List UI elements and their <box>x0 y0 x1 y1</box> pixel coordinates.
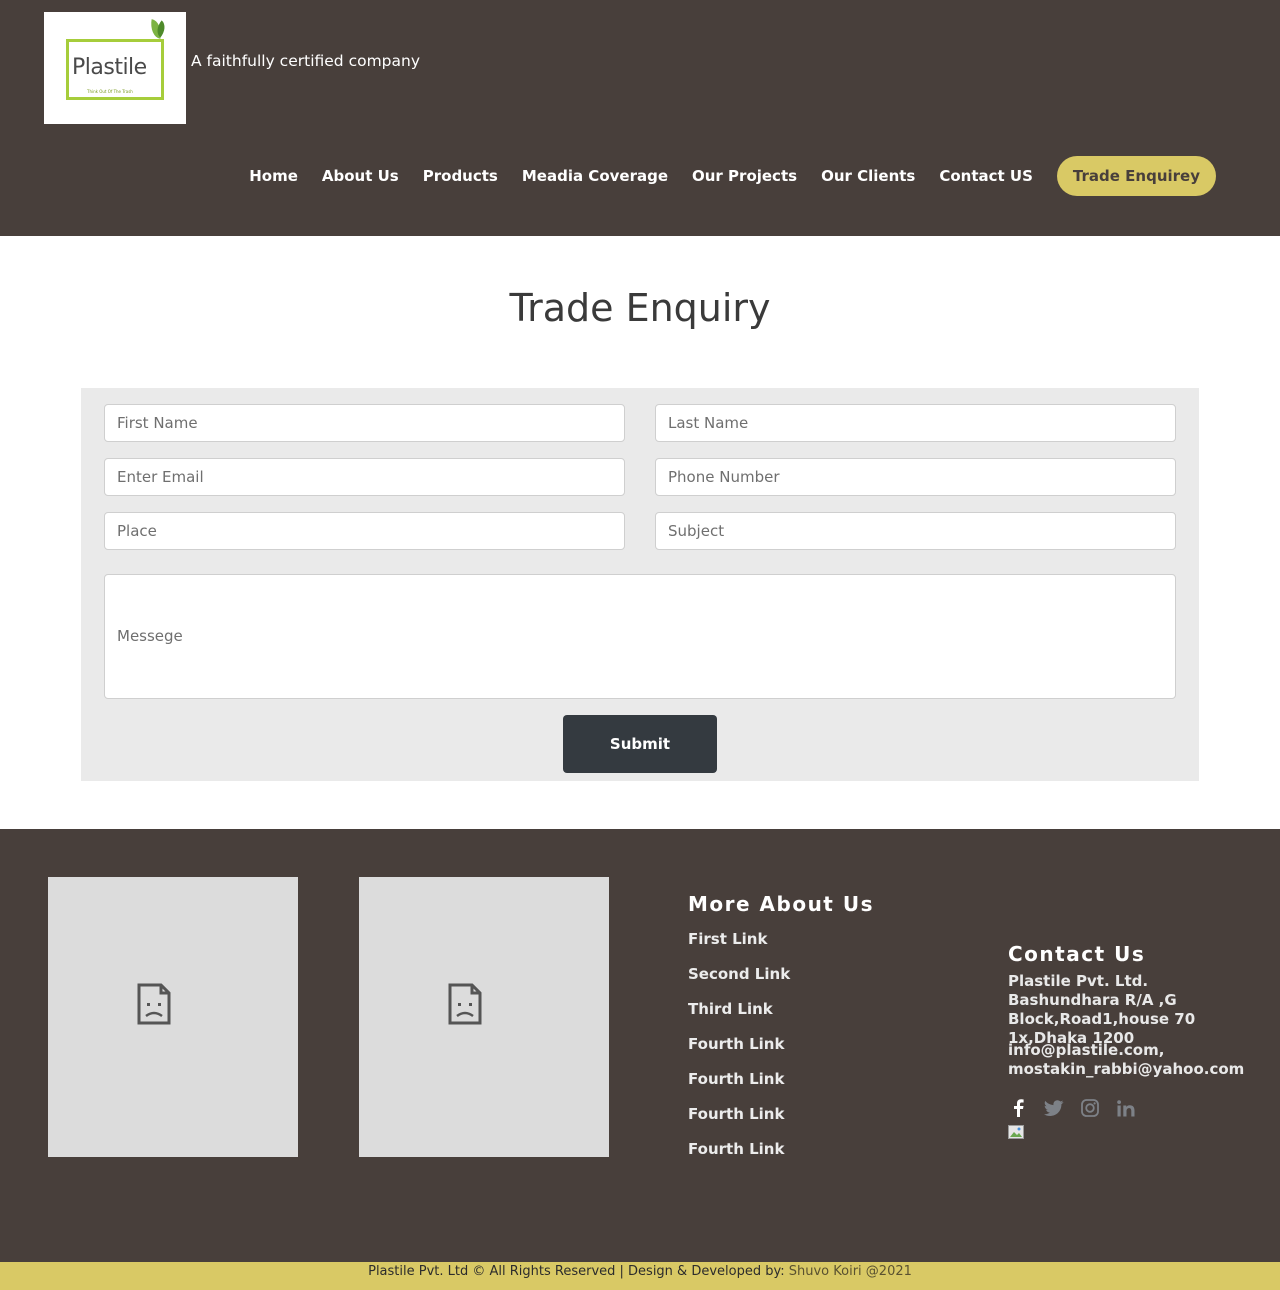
site-logo[interactable]: Plastile Think Out Of The Trash <box>44 12 186 124</box>
instagram-icon[interactable] <box>1080 1098 1100 1118</box>
company-tagline: A faithfully certified company <box>191 52 421 70</box>
place-input[interactable] <box>104 512 625 550</box>
footer-link-fourth[interactable]: Fourth Link <box>688 1069 790 1104</box>
footer-image-placeholder <box>359 877 609 1157</box>
phone-input[interactable] <box>655 458 1176 496</box>
footer-link-second[interactable]: Second Link <box>688 964 790 999</box>
email-input[interactable] <box>104 458 625 496</box>
broken-image-icon <box>137 983 171 1025</box>
nav-about-us[interactable]: About Us <box>322 167 399 185</box>
logo-slogan: Think Out Of The Trash <box>87 89 133 94</box>
footer-link-fourth[interactable]: Fourth Link <box>688 1034 790 1069</box>
first-name-input[interactable] <box>104 404 625 442</box>
submit-button[interactable]: Submit <box>563 715 717 773</box>
copyright-bar: Plastile Pvt. Ltd © All Rights Reserved … <box>0 1262 1280 1290</box>
site-footer: More About Us First Link Second Link Thi… <box>0 829 1280 1262</box>
developer-credit[interactable]: Shuvo Koiri @2021 <box>789 1264 912 1279</box>
social-links <box>1008 1098 1152 1118</box>
last-name-input[interactable] <box>655 404 1176 442</box>
footer-link-third[interactable]: Third Link <box>688 999 790 1034</box>
page-title: Trade Enquiry <box>509 286 771 330</box>
footer-link-fourth[interactable]: Fourth Link <box>688 1139 790 1174</box>
message-textarea[interactable] <box>104 574 1176 699</box>
footer-link-fourth[interactable]: Fourth Link <box>688 1104 790 1139</box>
footer-links: First Link Second Link Third Link Fourth… <box>688 929 790 1174</box>
copyright-text: Plastile Pvt. Ltd © All Rights Reserved … <box>368 1264 789 1279</box>
trade-enquiry-button[interactable]: Trade Enquirey <box>1056 156 1216 196</box>
nav-home[interactable]: Home <box>249 167 298 185</box>
site-header: Plastile Think Out Of The Trash A faithf… <box>0 0 1280 236</box>
trade-enquiry-form: Submit <box>81 388 1199 781</box>
broken-image-icon <box>448 983 482 1025</box>
contact-emails: info@plastile.com, mostakin_rabbi@yahoo.… <box>1008 1041 1245 1078</box>
subject-input[interactable] <box>655 512 1176 550</box>
twitter-icon[interactable] <box>1044 1098 1064 1118</box>
facebook-icon[interactable] <box>1008 1098 1028 1118</box>
logo-frame: Plastile Think Out Of The Trash <box>66 39 164 100</box>
linkedin-icon[interactable] <box>1116 1098 1136 1118</box>
main-nav: Home About Us Products Meadia Coverage O… <box>225 156 1216 196</box>
contact-us-heading: Contact Us <box>1008 942 1146 966</box>
nav-our-clients[interactable]: Our Clients <box>821 167 915 185</box>
nav-media-coverage[interactable]: Meadia Coverage <box>522 167 668 185</box>
more-about-us-heading: More About Us <box>688 892 874 916</box>
footer-image-placeholder <box>48 877 298 1157</box>
nav-products[interactable]: Products <box>423 167 498 185</box>
nav-contact-us[interactable]: Contact US <box>939 167 1033 185</box>
logo-text: Plastile <box>72 55 147 80</box>
nav-our-projects[interactable]: Our Projects <box>692 167 797 185</box>
contact-address: Plastile Pvt. Ltd. Bashundhara R/A ,G Bl… <box>1008 972 1196 1047</box>
footer-link-first[interactable]: First Link <box>688 929 790 964</box>
broken-image-icon <box>1008 1125 1024 1139</box>
